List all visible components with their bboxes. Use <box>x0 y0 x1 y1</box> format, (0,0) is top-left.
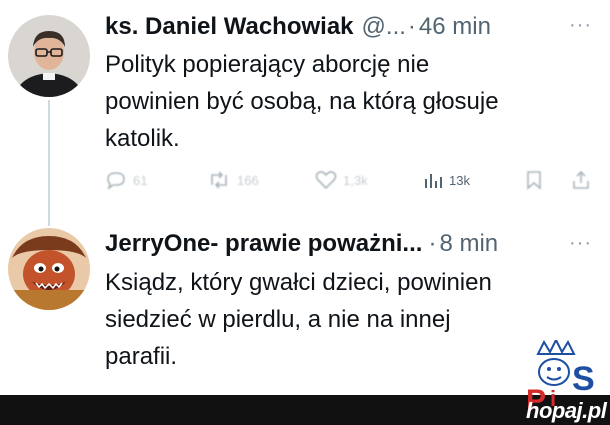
tweet-text-line: Ksiądz, który gwałci dzieci, powinien <box>105 269 492 296</box>
timestamp[interactable]: 8 min <box>439 229 498 259</box>
tweet-text-line: siedzieć w pierdlu, a nie na innej <box>105 306 451 333</box>
display-name[interactable]: ks. Daniel Wachowiak <box>105 12 354 42</box>
reply-button[interactable]: 61 <box>105 170 147 190</box>
svg-text:S: S <box>572 360 595 398</box>
handle[interactable]: @... <box>362 12 406 42</box>
tweet-2-header: JerryOne- prawie poważni... · 8 min <box>105 229 498 259</box>
tweet-1-text: Polityk popierający aborcję nie powinien… <box>105 46 595 157</box>
share-icon <box>573 170 589 189</box>
muppet-animal-photo-icon <box>8 228 90 310</box>
views-chart-icon <box>425 174 442 188</box>
retweet-count: 166 <box>237 172 259 188</box>
like-count: 1,3k <box>343 172 368 188</box>
heart-icon <box>315 171 337 190</box>
more-options-icon[interactable]: ··· <box>569 14 592 37</box>
avatar-daniel-wachowiak[interactable] <box>8 15 90 97</box>
retweet-button[interactable]: 166 <box>207 170 259 190</box>
tweet-text-line: Polityk popierający aborcję nie <box>105 51 430 78</box>
watermark-site-name: hopaj.pl <box>526 398 607 423</box>
priest-photo-icon <box>8 15 90 97</box>
tweet-text-line: katolik. <box>105 125 180 152</box>
retweet-icon <box>211 171 227 189</box>
bottom-bar <box>0 395 610 425</box>
tweet-text-line: powinien być osobą, na którą głosuje <box>105 88 499 115</box>
reply-count: 61 <box>133 172 148 188</box>
like-button[interactable]: 1,3k <box>315 170 368 190</box>
avatar-jerryone[interactable] <box>8 228 90 310</box>
thread-connector-line <box>48 100 50 226</box>
timestamp[interactable]: 46 min <box>419 12 491 42</box>
tweet-1-header: ks. Daniel Wachowiak @... · 46 min <box>105 12 491 42</box>
reply-icon <box>107 172 125 190</box>
share-button[interactable] <box>571 170 591 190</box>
tweet-1-action-bar: 61 166 1,3k 13k <box>105 170 590 194</box>
more-options-icon[interactable]: ··· <box>569 232 592 255</box>
bookmark-icon <box>527 171 541 190</box>
views-button[interactable]: 13k <box>423 170 470 190</box>
views-count: 13k <box>449 172 470 188</box>
time-separator: · <box>407 13 416 40</box>
time-separator: · <box>428 230 437 257</box>
display-name[interactable]: JerryOne- prawie poważni... <box>105 229 422 259</box>
bookmark-button[interactable] <box>525 170 543 190</box>
